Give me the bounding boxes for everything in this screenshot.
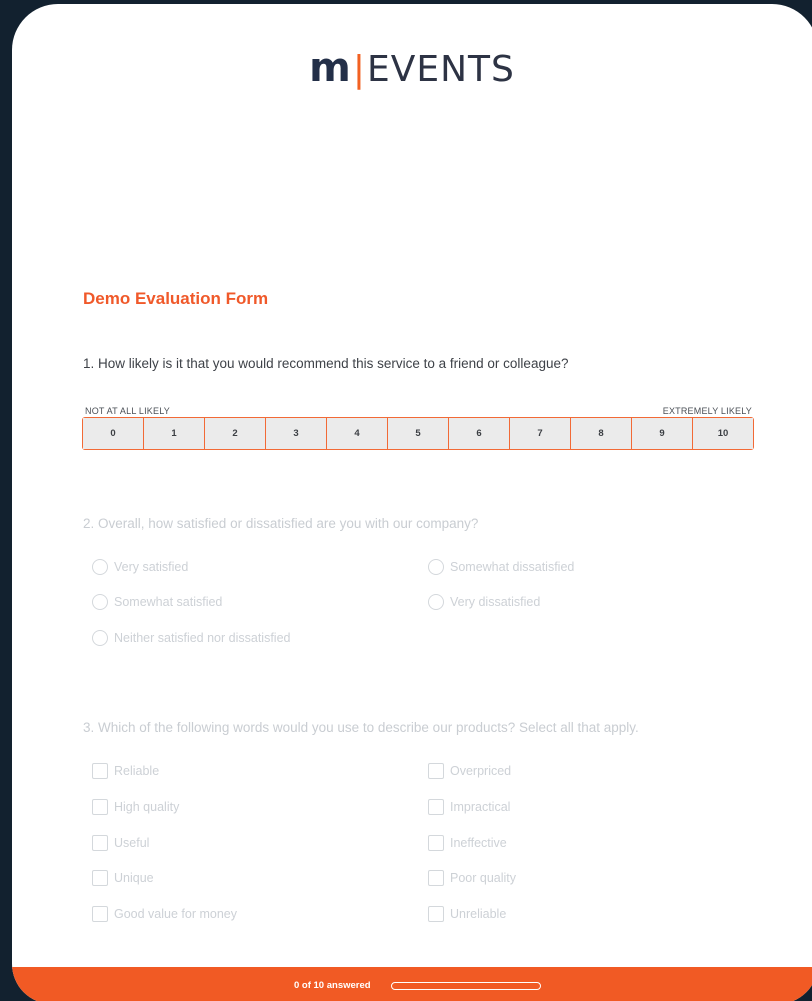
radio-button[interactable] <box>428 559 444 575</box>
nps-option-6[interactable]: 6 <box>449 418 510 449</box>
q2-option-somewhat-dissatisfied[interactable]: Somewhat dissatisfied <box>428 559 574 575</box>
logo-events: EVENTS <box>366 49 515 90</box>
option-label: Very dissatisfied <box>450 595 541 609</box>
nps-option-2[interactable]: 2 <box>205 418 266 449</box>
option-label: High quality <box>114 800 180 814</box>
checkbox[interactable] <box>92 906 108 922</box>
survey-card: m|EVENTS Demo Evaluation Form 1. How lik… <box>12 4 812 1001</box>
checkbox[interactable] <box>428 799 444 815</box>
checkbox[interactable] <box>92 763 108 779</box>
q2-option-very-dissatisfied[interactable]: Very dissatisfied <box>428 594 540 610</box>
nps-option-9[interactable]: 9 <box>632 418 693 449</box>
question-3-text: 3. Which of the following words would yo… <box>83 720 639 735</box>
q2-option-neither[interactable]: Neither satisfied nor dissatisfied <box>92 630 290 646</box>
q3-option-high-quality[interactable]: High quality <box>92 799 179 815</box>
q3-option-impractical[interactable]: Impractical <box>428 799 510 815</box>
question-1-text: 1. How likely is it that you would recom… <box>83 356 569 371</box>
nps-option-8[interactable]: 8 <box>571 418 632 449</box>
nps-scale: 0 1 2 3 4 5 6 7 8 9 10 <box>82 417 754 450</box>
checkbox[interactable] <box>428 835 444 851</box>
checkbox[interactable] <box>92 870 108 886</box>
option-label: Ineffective <box>450 836 507 850</box>
checkbox[interactable] <box>428 906 444 922</box>
nps-option-3[interactable]: 3 <box>266 418 327 449</box>
option-label: Good value for money <box>114 907 237 921</box>
progress-bar <box>391 982 541 990</box>
q2-option-somewhat-satisfied[interactable]: Somewhat satisfied <box>92 594 222 610</box>
checkbox[interactable] <box>428 870 444 886</box>
nps-option-1[interactable]: 1 <box>144 418 205 449</box>
radio-button[interactable] <box>92 594 108 610</box>
q3-option-ineffective[interactable]: Ineffective <box>428 835 507 851</box>
option-label: Very satisfied <box>114 560 189 574</box>
q3-option-overpriced[interactable]: Overpriced <box>428 763 511 779</box>
mevents-logo: m|EVENTS <box>12 48 812 90</box>
logo-divider: | <box>352 49 366 90</box>
option-label: Neither satisfied nor dissatisfied <box>114 631 291 645</box>
checkbox[interactable] <box>92 799 108 815</box>
option-label: Somewhat satisfied <box>114 595 223 609</box>
radio-button[interactable] <box>92 630 108 646</box>
option-label: Impractical <box>450 800 511 814</box>
option-label: Unique <box>114 871 154 885</box>
nps-option-5[interactable]: 5 <box>388 418 449 449</box>
progress-text: 0 of 10 answered <box>294 980 371 991</box>
checkbox[interactable] <box>428 763 444 779</box>
form-title: Demo Evaluation Form <box>83 289 269 308</box>
q3-option-poor-quality[interactable]: Poor quality <box>428 870 516 886</box>
radio-button[interactable] <box>92 559 108 575</box>
q3-option-good-value[interactable]: Good value for money <box>92 906 237 922</box>
q3-option-unreliable[interactable]: Unreliable <box>428 906 506 922</box>
option-label: Useful <box>114 836 150 850</box>
option-label: Reliable <box>114 764 160 778</box>
nps-option-10[interactable]: 10 <box>693 418 753 449</box>
radio-button[interactable] <box>428 594 444 610</box>
q3-option-reliable[interactable]: Reliable <box>92 763 159 779</box>
progress-footer: 0 of 10 answered <box>12 967 812 1001</box>
option-label: Overpriced <box>450 764 512 778</box>
option-label: Poor quality <box>450 871 517 885</box>
option-label: Unreliable <box>450 907 507 921</box>
nps-option-4[interactable]: 4 <box>327 418 388 449</box>
logo-m: m <box>309 45 352 91</box>
checkbox[interactable] <box>92 835 108 851</box>
question-2-text: 2. Overall, how satisfied or dissatisfie… <box>83 516 479 531</box>
q2-option-very-satisfied[interactable]: Very satisfied <box>92 559 188 575</box>
nps-option-0[interactable]: 0 <box>83 418 144 449</box>
scale-right-label: EXTREMELY LIKELY <box>662 406 752 416</box>
scale-left-label: NOT AT ALL LIKELY <box>85 406 170 416</box>
q3-option-useful[interactable]: Useful <box>92 835 149 851</box>
nps-option-7[interactable]: 7 <box>510 418 571 449</box>
q3-option-unique[interactable]: Unique <box>92 870 154 886</box>
option-label: Somewhat dissatisfied <box>450 560 575 574</box>
